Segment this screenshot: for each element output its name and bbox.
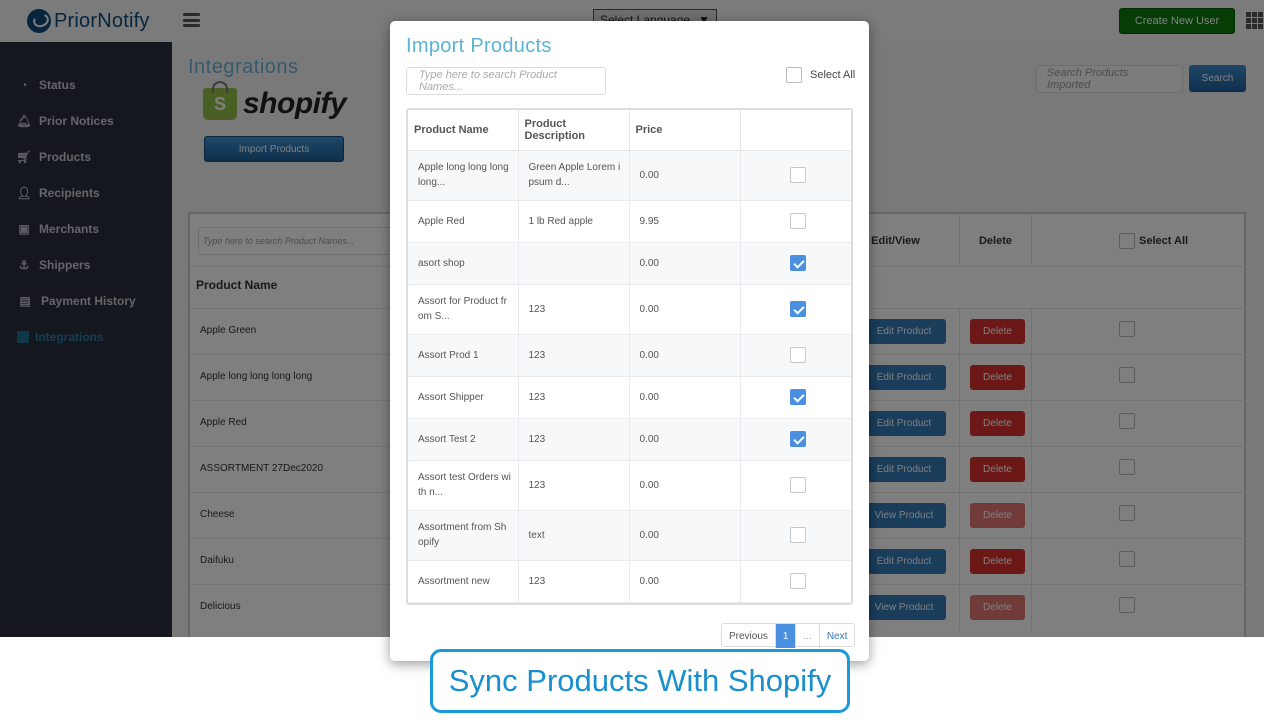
import-products-table: Product Name Product Description Price A… xyxy=(406,108,853,605)
table-row: asort shop 0.00 xyxy=(408,242,851,285)
table-row: Assort Prod 1 123 0.00 xyxy=(408,334,851,377)
pagination-ellipsis: ... xyxy=(796,624,820,648)
product-description: 123 xyxy=(518,460,630,511)
table-row: Assortment new 123 0.00 xyxy=(408,560,851,603)
modal-search-input[interactable]: Type here to search Product Names... xyxy=(406,67,606,95)
table-row: Assort for Product fr om S... 123 0.00 xyxy=(408,284,851,335)
pagination-previous[interactable]: Previous xyxy=(722,624,776,648)
product-description xyxy=(518,242,630,285)
pagination: Previous 1 ... Next xyxy=(721,623,856,648)
select-cell xyxy=(740,376,851,419)
product-name: Assort Test 2 xyxy=(408,418,519,461)
product-name: Assortment new xyxy=(408,560,519,603)
product-price: 0.00 xyxy=(629,418,741,461)
product-name: Apple Red xyxy=(408,200,519,243)
product-description: 123 xyxy=(518,334,630,377)
page-scrollbar[interactable] xyxy=(1264,0,1280,637)
column-header-select xyxy=(740,110,851,151)
row-checkbox-checked[interactable] xyxy=(789,389,806,405)
product-description: 1 lb Red apple xyxy=(518,200,630,243)
row-checkbox[interactable] xyxy=(789,167,806,183)
product-price: 0.00 xyxy=(629,376,741,419)
row-checkbox-checked[interactable] xyxy=(789,431,806,447)
product-price: 0.00 xyxy=(629,510,741,561)
product-name: Apple long long long long... xyxy=(408,150,519,201)
row-checkbox[interactable] xyxy=(789,477,806,493)
pagination-next[interactable]: Next xyxy=(820,624,855,648)
product-price: 0.00 xyxy=(629,334,741,377)
product-price: 0.00 xyxy=(629,284,741,335)
import-products-modal: Import Products Type here to search Prod… xyxy=(390,21,869,661)
pagination-page-current[interactable]: 1 xyxy=(775,624,797,648)
product-name: Assort test Orders wi th n... xyxy=(408,460,519,511)
select-cell xyxy=(740,242,851,285)
product-description: 123 xyxy=(518,560,630,603)
select-cell xyxy=(740,334,851,377)
product-description: Green Apple Lorem i psum d... xyxy=(518,150,630,201)
product-description: 123 xyxy=(518,418,630,461)
table-row: Apple long long long long... Green Apple … xyxy=(408,150,851,201)
column-header-price: Price xyxy=(629,110,741,151)
product-price: 0.00 xyxy=(629,150,741,201)
select-cell xyxy=(740,560,851,603)
caption-banner: Sync Products With Shopify xyxy=(430,649,850,713)
table-header-row: Product Name Product Description Price xyxy=(408,110,851,151)
table-row: Assort Test 2 123 0.00 xyxy=(408,418,851,461)
product-name: Assort Prod 1 xyxy=(408,334,519,377)
row-checkbox-checked[interactable] xyxy=(789,255,806,271)
row-checkbox[interactable] xyxy=(789,347,806,363)
select-cell xyxy=(740,284,851,335)
row-checkbox-checked[interactable] xyxy=(789,301,806,317)
product-price: 0.00 xyxy=(629,560,741,603)
product-name: Assort Shipper xyxy=(408,376,519,419)
product-name: Assortment from Sh opify xyxy=(408,510,519,561)
modal-select-all[interactable]: Select All xyxy=(786,67,855,83)
table-row: Assort test Orders wi th n... 123 0.00 xyxy=(408,460,851,511)
product-description: 123 xyxy=(518,284,630,335)
row-checkbox[interactable] xyxy=(789,527,806,543)
row-checkbox[interactable] xyxy=(789,573,806,589)
column-header-product-description: Product Description xyxy=(518,110,630,151)
select-cell xyxy=(740,418,851,461)
select-cell xyxy=(740,510,851,561)
product-name: Assort for Product fr om S... xyxy=(408,284,519,335)
product-name: asort shop xyxy=(408,242,519,285)
row-checkbox[interactable] xyxy=(789,213,806,229)
column-header-product-name: Product Name xyxy=(408,110,519,151)
select-all-label: Select All xyxy=(810,69,856,81)
select-cell xyxy=(740,460,851,511)
product-description: text xyxy=(518,510,630,561)
modal-title: Import Products xyxy=(406,35,552,57)
table-row: Apple Red 1 lb Red apple 9.95 xyxy=(408,200,851,243)
table-row: Assortment from Sh opify text 0.00 xyxy=(408,510,851,561)
select-cell xyxy=(740,150,851,201)
product-price: 9.95 xyxy=(629,200,741,243)
product-description: 123 xyxy=(518,376,630,419)
select-cell xyxy=(740,200,851,243)
table-row: Assort Shipper 123 0.00 xyxy=(408,376,851,419)
select-all-checkbox[interactable] xyxy=(786,67,802,83)
product-price: 0.00 xyxy=(629,460,741,511)
product-price: 0.00 xyxy=(629,242,741,285)
